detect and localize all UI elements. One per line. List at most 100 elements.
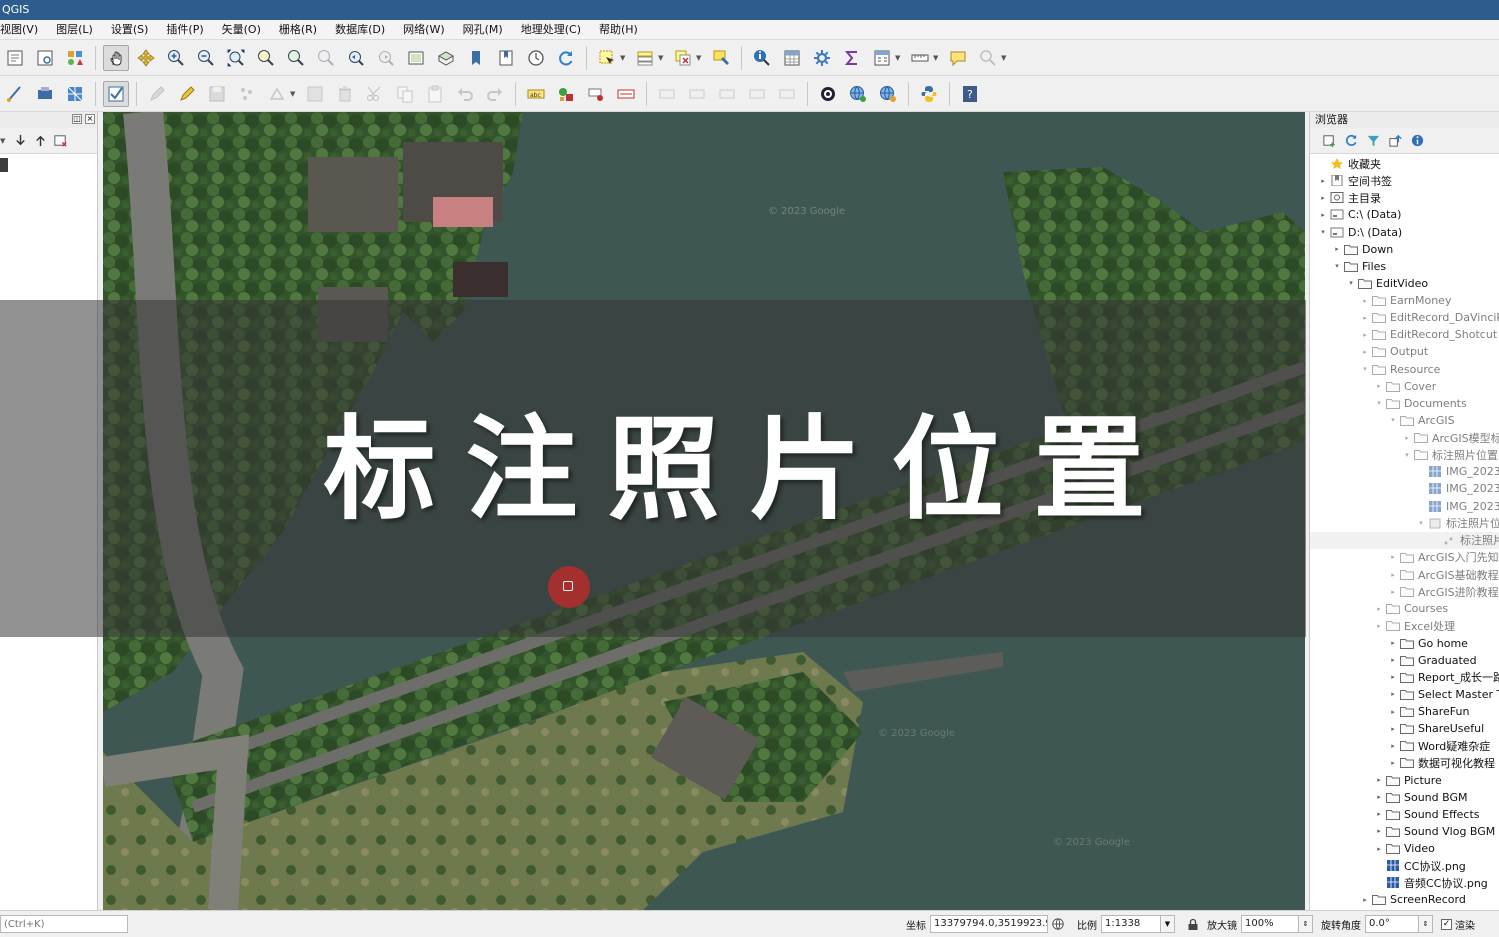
zoom-to-layer-button[interactable] <box>283 45 309 71</box>
zoom-full-button[interactable] <box>223 45 249 71</box>
photo-location-marker[interactable] <box>548 566 590 608</box>
zoom-in-button[interactable] <box>163 45 189 71</box>
temporal-controller-button[interactable] <box>523 45 549 71</box>
browser-item[interactable]: ▸ EarnMoney <box>1310 292 1499 309</box>
browser-item[interactable]: ▸ Output <box>1310 343 1499 360</box>
browser-item[interactable]: ▸ Picture <box>1310 772 1499 789</box>
browser-item[interactable]: ▸ EditRecord_Shotcut <box>1310 326 1499 343</box>
magnifier-field[interactable]: 100% <box>1241 915 1299 933</box>
locator-search-input[interactable] <box>0 915 128 933</box>
browser-item[interactable]: ▸ 数据可视化教程 <box>1310 754 1499 771</box>
scale-field[interactable]: 1:1338 <box>1101 915 1161 933</box>
undo-button[interactable] <box>452 81 478 107</box>
browser-item[interactable]: ▸ ArcGIS模型标 <box>1310 429 1499 446</box>
browser-item[interactable]: ▸ 主目录 <box>1310 189 1499 206</box>
browser-item[interactable]: ▸ ArcGIS基础教程 <box>1310 566 1499 583</box>
digitize-line-button[interactable] <box>2 81 28 107</box>
properties-button[interactable] <box>1406 131 1428 151</box>
browser-item[interactable]: ▸ Cover <box>1310 378 1499 395</box>
expand-arrow-right-icon[interactable]: ▸ <box>1402 434 1412 442</box>
redo-button[interactable] <box>482 81 508 107</box>
delete-selected-button[interactable] <box>332 81 358 107</box>
move-label-button[interactable] <box>654 81 680 107</box>
expand-arrow-down-icon[interactable]: ▾ <box>1374 399 1384 407</box>
new-map-view-button[interactable] <box>403 45 429 71</box>
menu-mesh[interactable]: 网孔(M) <box>454 20 512 40</box>
change-label-button[interactable] <box>714 81 740 107</box>
filter-browser-button[interactable] <box>1362 131 1384 151</box>
expand-arrow-right-icon[interactable]: ▸ <box>1332 245 1342 253</box>
menu-database[interactable]: 数据库(D) <box>326 20 394 40</box>
new-print-layout-button[interactable] <box>2 45 28 71</box>
expand-arrow-down-icon[interactable]: ▾ <box>1346 279 1356 287</box>
rotation-spin-arrows[interactable]: ⇕ <box>1419 915 1433 933</box>
expand-arrow-right-icon[interactable]: ▸ <box>1388 639 1398 647</box>
pin-labels-button[interactable] <box>583 81 609 107</box>
expand-arrow-down-icon[interactable]: ▾ <box>1416 519 1426 527</box>
browser-item[interactable]: ▾ Resource <box>1310 361 1499 378</box>
python-console-button[interactable] <box>916 81 942 107</box>
expand-arrow-right-icon[interactable]: ▸ <box>1318 194 1328 202</box>
browser-item[interactable]: 音频CC协议.png <box>1310 874 1499 891</box>
zoom-to-selection-button[interactable] <box>253 45 279 71</box>
expand-arrow-down-icon[interactable]: ▾ <box>1360 365 1370 373</box>
expand-arrow-right-icon[interactable]: ▸ <box>1374 845 1384 853</box>
expand-arrow-right-icon[interactable]: ▸ <box>1388 673 1398 681</box>
layer-row[interactable] <box>0 158 8 172</box>
modify-attributes-button[interactable] <box>302 81 328 107</box>
browser-item[interactable]: ▸ Courses <box>1310 600 1499 617</box>
layer-diagram-button[interactable] <box>553 81 579 107</box>
browser-item[interactable]: ▸ 空间书签 <box>1310 172 1499 189</box>
expand-arrow-right-icon[interactable]: ▸ <box>1374 793 1384 801</box>
browser-item[interactable]: ▾ D:\ (Data) <box>1310 224 1499 241</box>
browser-item[interactable]: ▸ C:\ (Data) <box>1310 206 1499 223</box>
browser-item[interactable]: ▾ ArcGIS <box>1310 412 1499 429</box>
layout-manager-button[interactable] <box>32 45 58 71</box>
open-field-calculator-button[interactable] <box>869 45 895 71</box>
browser-item[interactable]: ▸ ShareUseful <box>1310 720 1499 737</box>
menu-processing[interactable]: 地理处理(C) <box>512 20 590 40</box>
browser-item[interactable]: IMG_2023 <box>1310 498 1499 515</box>
browser-item[interactable]: CC协议.png <box>1310 857 1499 874</box>
rotate-label-button[interactable] <box>684 81 710 107</box>
measure-line-button[interactable] <box>907 45 933 71</box>
expand-all-button[interactable] <box>10 131 30 151</box>
collapse-browser-button[interactable] <box>1384 131 1406 151</box>
web-service-button[interactable] <box>815 81 841 107</box>
expand-arrow-down-icon[interactable]: ▾ <box>1402 451 1412 459</box>
browser-item[interactable]: ▸ Report_成长一路 <box>1310 669 1499 686</box>
coordinate-field[interactable]: 13379794.0,3519923.9 <box>930 915 1048 933</box>
statistical-summary-button[interactable] <box>839 45 865 71</box>
expand-arrow-right-icon[interactable]: ▸ <box>1374 827 1384 835</box>
browser-item[interactable]: ▾ 标注照片位置 <box>1310 446 1499 463</box>
expand-arrow-right-icon[interactable]: ▸ <box>1388 571 1398 579</box>
browser-item[interactable]: 收藏夹 <box>1310 155 1499 172</box>
search-tool-button[interactable] <box>975 45 1001 71</box>
browser-item[interactable]: IMG_2023 <box>1310 463 1499 480</box>
browser-item[interactable]: ▸ ArcGIS进阶教程 <box>1310 583 1499 600</box>
style-dropdown-arrow[interactable]: ▼ <box>0 137 8 145</box>
label-properties-button[interactable] <box>774 81 800 107</box>
add-raster-button[interactable] <box>32 81 58 107</box>
menu-raster[interactable]: 栅格(R) <box>270 20 326 40</box>
validate-geometry-button[interactable] <box>103 80 129 107</box>
vertex-tool-button[interactable] <box>264 81 290 107</box>
zoom-last-button[interactable] <box>343 45 369 71</box>
layer-labeling-button[interactable]: abc <box>523 81 549 107</box>
expand-arrow-down-icon[interactable]: ▾ <box>1388 416 1398 424</box>
expand-arrow-right-icon[interactable]: ▸ <box>1360 297 1370 305</box>
remove-layer-button[interactable] <box>50 131 70 151</box>
pan-to-selection-button[interactable] <box>133 45 159 71</box>
browser-item[interactable]: ▸ ScreenRecord <box>1310 891 1499 908</box>
label-history-button[interactable] <box>744 81 770 107</box>
menu-vector[interactable]: 矢量(O) <box>213 20 270 40</box>
field-calc-dropdown-arrow[interactable]: ▼ <box>895 54 903 62</box>
expand-arrow-right-icon[interactable]: ▸ <box>1388 725 1398 733</box>
browser-item[interactable]: ▸ ShareFun <box>1310 703 1499 720</box>
deselect-features-button[interactable] <box>670 45 696 71</box>
select-by-value-button[interactable] <box>632 45 658 71</box>
open-attribute-table-button[interactable] <box>779 45 805 71</box>
deselect-dropdown-arrow[interactable]: ▼ <box>696 54 704 62</box>
add-mesh-button[interactable] <box>62 81 88 107</box>
browser-item[interactable]: ▾ EditVideo <box>1310 275 1499 292</box>
